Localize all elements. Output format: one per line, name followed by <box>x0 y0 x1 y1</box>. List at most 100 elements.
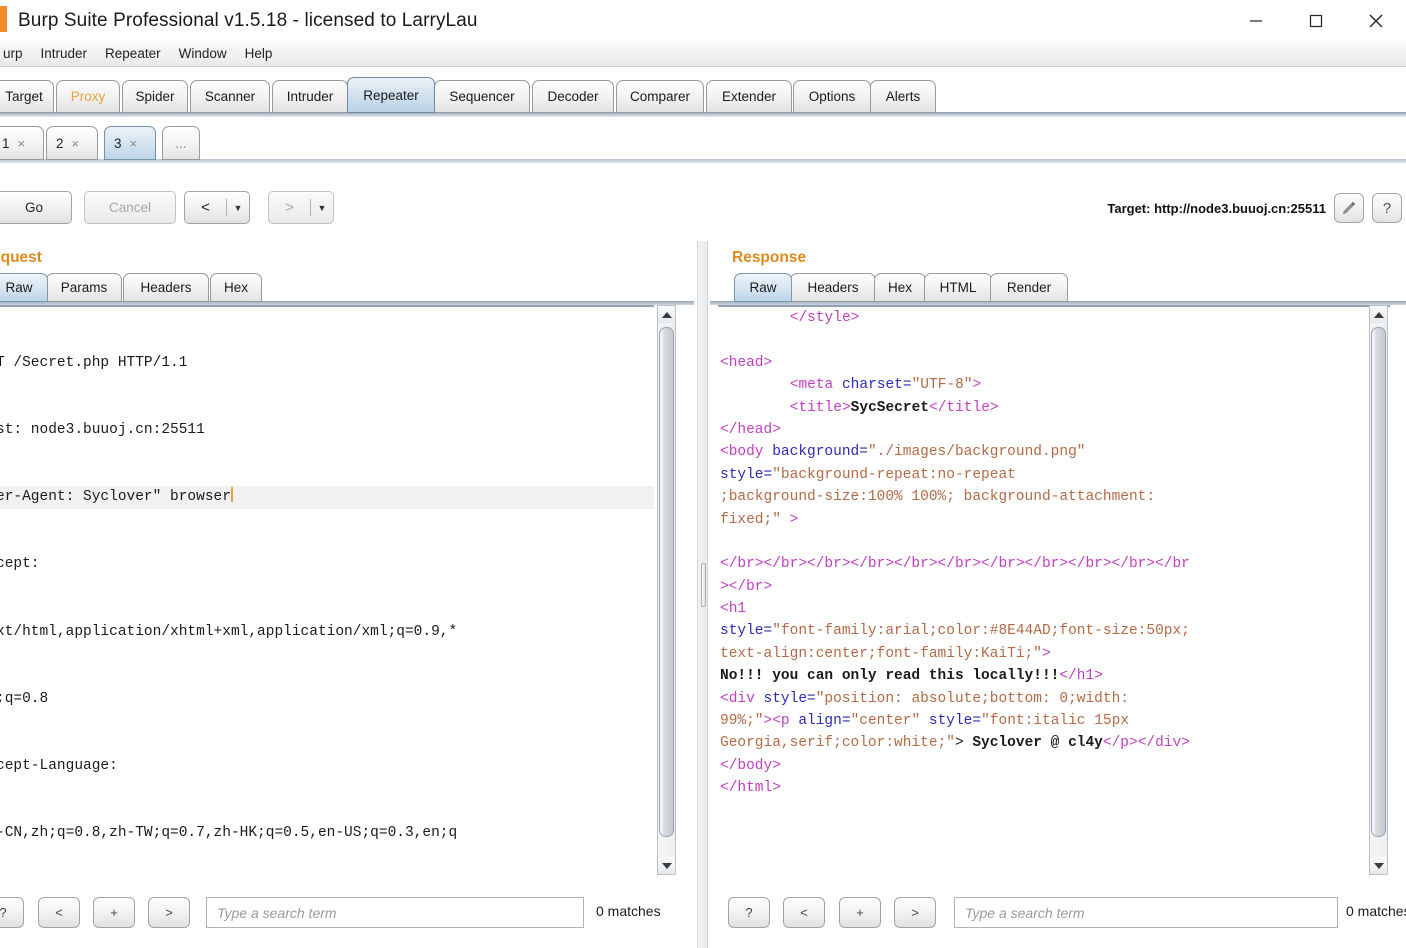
response-tab-hex[interactable]: Hex <box>874 273 926 302</box>
menu-item-repeater[interactable]: Repeater <box>96 44 170 63</box>
repeater-tab-3[interactable]: 3 × <box>104 126 156 160</box>
response-panel-title: Response <box>732 249 806 267</box>
response-scrollbar[interactable] <box>1369 305 1388 875</box>
repeater-tab-2[interactable]: 2 × <box>46 126 98 160</box>
response-line: <meta charset="UTF-8"> <box>718 374 1390 396</box>
minimize-button[interactable] <box>1226 0 1286 41</box>
close-icon[interactable]: × <box>18 136 26 151</box>
tab-options[interactable]: Options <box>793 80 871 113</box>
response-token: <div <box>720 691 764 707</box>
response-token: fixed;" <box>720 512 781 528</box>
request-line: cept-Language: <box>0 755 654 777</box>
response-token: 99%;" <box>720 713 764 729</box>
help-button[interactable]: ? <box>1372 193 1402 223</box>
request-search-prev-button[interactable]: < <box>38 897 80 928</box>
response-line: <title>SycSecret</title> <box>718 397 1390 419</box>
tab-sequencer[interactable]: Sequencer <box>434 80 530 113</box>
scroll-down-icon[interactable] <box>658 857 675 874</box>
app-logo-icon <box>0 6 7 32</box>
repeater-tab-2-label: 2 <box>56 136 64 151</box>
menu-item-intruder[interactable]: Intruder <box>32 44 97 63</box>
response-token: style= <box>720 623 772 639</box>
close-icon[interactable]: × <box>130 136 138 151</box>
scroll-up-icon[interactable] <box>1370 306 1387 323</box>
edit-target-button[interactable] <box>1334 193 1364 223</box>
response-search-add-button[interactable]: + <box>839 897 881 928</box>
splitter-grip[interactable] <box>701 563 706 607</box>
request-editor[interactable]: T /Secret.php HTTP/1.1 st: node3.buuoj.c… <box>0 305 654 855</box>
repeater-tab-1-label: 1 <box>2 136 10 151</box>
repeater-tab-1[interactable]: 1 × <box>0 126 44 160</box>
scrollbar-thumb[interactable] <box>659 327 674 837</box>
response-token: </title> <box>929 400 999 416</box>
tab-scanner[interactable]: Scanner <box>190 80 270 113</box>
response-line <box>718 531 1390 553</box>
close-icon[interactable]: × <box>72 136 80 151</box>
chevron-down-icon[interactable]: ▼ <box>227 203 249 213</box>
tab-intruder[interactable]: Intruder <box>272 80 348 113</box>
response-token: <meta <box>790 377 842 393</box>
tab-comparer[interactable]: Comparer <box>616 80 704 113</box>
menu-item-help[interactable]: Help <box>236 44 282 63</box>
back-button[interactable]: < ▼ <box>184 191 250 224</box>
response-search-input[interactable]: Type a search term <box>954 897 1338 928</box>
request-search-help-button[interactable]: ? <box>0 897 24 928</box>
maximize-button[interactable] <box>1286 0 1346 41</box>
tab-decoder[interactable]: Decoder <box>532 80 614 113</box>
tab-repeater[interactable]: Repeater <box>347 77 435 113</box>
tab-spider[interactable]: Spider <box>122 80 188 113</box>
response-tab-render[interactable]: Render <box>990 273 1068 302</box>
request-scrollbar[interactable] <box>657 305 676 875</box>
response-line: No!!! you can only read this locally!!!<… <box>718 665 1390 687</box>
repeater-tab-overflow[interactable]: ... <box>162 126 200 160</box>
response-editor[interactable]: </style> <head><meta charset="UTF-8"><ti… <box>718 305 1390 855</box>
close-button[interactable] <box>1346 0 1406 41</box>
response-line: <body background="./images/background.pn… <box>718 441 1390 463</box>
tab-target[interactable]: Target <box>0 80 54 113</box>
response-token: ><p <box>764 713 799 729</box>
request-tab-headers[interactable]: Headers <box>123 273 209 302</box>
response-match-count: 0 matches <box>1346 903 1406 919</box>
menu-item-burp[interactable]: urp <box>0 44 32 63</box>
forward-button[interactable]: > ▼ <box>268 191 334 224</box>
response-line: fixed;" > <box>718 509 1390 531</box>
response-search-help-button[interactable]: ? <box>728 897 770 928</box>
response-token: style= <box>764 691 816 707</box>
scrollbar-thumb[interactable] <box>1371 327 1386 837</box>
response-tab-raw[interactable]: Raw <box>734 273 792 302</box>
response-token: "font:italic 15px <box>981 713 1129 729</box>
request-line-active: er-Agent: Syclover" browser <box>0 486 654 508</box>
scroll-up-icon[interactable] <box>658 306 675 323</box>
request-search-add-button[interactable]: + <box>93 897 135 928</box>
response-token: "./images/background.png" <box>868 444 1086 460</box>
response-tab-headers[interactable]: Headers <box>790 273 876 302</box>
response-line: </html> <box>718 777 1390 799</box>
response-token: "font-family:arial;color:#8E44AD;font-si… <box>772 623 1190 639</box>
response-line: <div style="position: absolute;bottom: 0… <box>718 688 1390 710</box>
request-search-bar: ? < + > Type a search term 0 matches <box>0 897 694 937</box>
tab-proxy[interactable]: Proxy <box>56 80 120 113</box>
response-search-next-button[interactable]: > <box>894 897 936 928</box>
panel-splitter[interactable] <box>697 241 708 948</box>
request-line: xt/html,application/xhtml+xml,applicatio… <box>0 621 654 643</box>
response-token: "UTF-8" <box>912 377 973 393</box>
request-tab-raw[interactable]: Raw <box>0 273 48 302</box>
request-tab-strip: Raw Params Headers Hex <box>0 273 694 305</box>
scroll-down-icon[interactable] <box>1370 857 1387 874</box>
go-button[interactable]: Go <box>0 191 72 224</box>
response-token: charset= <box>842 377 912 393</box>
response-search-prev-button[interactable]: < <box>783 897 825 928</box>
menu-item-window[interactable]: Window <box>170 44 236 63</box>
request-tab-hex[interactable]: Hex <box>210 273 262 302</box>
chevron-down-icon[interactable]: ▼ <box>311 203 333 213</box>
request-search-next-button[interactable]: > <box>148 897 190 928</box>
tab-alerts[interactable]: Alerts <box>870 80 936 113</box>
tab-extender[interactable]: Extender <box>706 80 792 113</box>
response-line: </body> <box>718 755 1390 777</box>
cancel-button[interactable]: Cancel <box>84 191 176 224</box>
request-search-input[interactable]: Type a search term <box>206 897 584 928</box>
request-tab-params[interactable]: Params <box>46 273 122 302</box>
request-line: cept: <box>0 553 654 575</box>
response-line: </style> <box>718 307 1390 329</box>
response-tab-html[interactable]: HTML <box>924 273 992 302</box>
